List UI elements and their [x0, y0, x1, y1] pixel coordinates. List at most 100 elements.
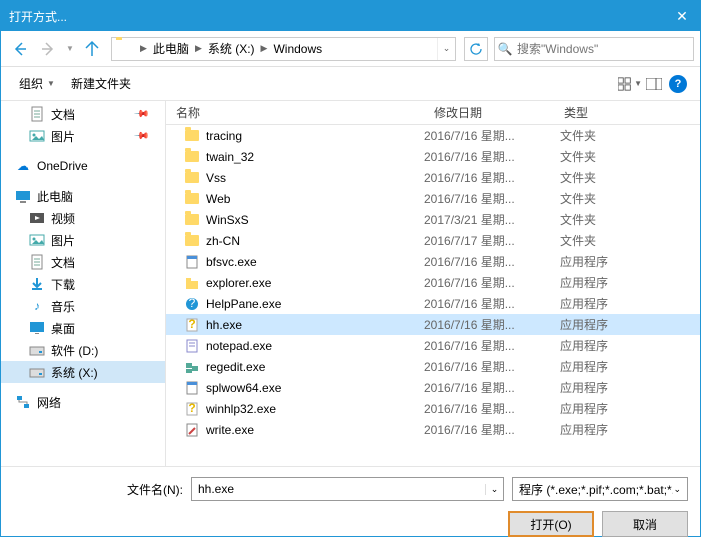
file-type: 应用程序 — [554, 274, 700, 291]
back-button[interactable] — [7, 36, 33, 62]
organize-menu[interactable]: 组织 ▼ — [11, 71, 63, 96]
sidebar-item[interactable]: ♪ 音乐 — [1, 295, 165, 317]
pin-icon: 📌 — [132, 128, 149, 145]
preview-pane-button[interactable] — [642, 72, 666, 96]
file-name: winhlp32.exe — [206, 402, 276, 416]
sidebar-item[interactable]: 下载 — [1, 273, 165, 295]
column-type[interactable]: 类型 — [554, 104, 700, 121]
open-button[interactable]: 打开(O) — [508, 511, 594, 537]
onedrive-icon: ☁ — [15, 158, 31, 174]
new-folder-button[interactable]: 新建文件夹 — [63, 71, 139, 96]
file-type: 应用程序 — [554, 316, 700, 333]
file-row[interactable]: WinSxS2017/3/21 星期...文件夹 — [166, 209, 700, 230]
sidebar-item-label: 系统 (X:) — [51, 364, 98, 381]
chevron-right-icon[interactable]: ▶ — [138, 43, 149, 54]
file-type: 文件夹 — [554, 190, 700, 207]
sidebar-item[interactable]: 此电脑 — [1, 185, 165, 207]
up-button[interactable] — [79, 36, 105, 62]
file-date: 2016/7/16 星期... — [424, 358, 554, 375]
sidebar-item[interactable]: 系统 (X:) — [1, 361, 165, 383]
breadcrumb-item[interactable]: 系统 (X:) — [204, 40, 259, 57]
file-row[interactable]: ?winhlp32.exe2016/7/16 星期...应用程序 — [166, 398, 700, 419]
file-row[interactable]: regedit.exe2016/7/16 星期...应用程序 — [166, 356, 700, 377]
doc-icon — [29, 254, 45, 270]
file-row[interactable]: ?hh.exe2016/7/16 星期...应用程序 — [166, 314, 700, 335]
file-type: 文件夹 — [554, 127, 700, 144]
chevron-right-icon[interactable]: ▶ — [193, 43, 204, 54]
file-type-filter[interactable]: 程序 (*.exe;*.pif;*.com;*.bat;*. ⌄ — [512, 477, 688, 501]
file-row[interactable]: notepad.exe2016/7/16 星期...应用程序 — [166, 335, 700, 356]
breadcrumb-item[interactable]: Windows — [269, 42, 326, 56]
cancel-button[interactable]: 取消 — [602, 511, 688, 537]
file-name: Web — [206, 192, 230, 206]
file-row[interactable]: bfsvc.exe2016/7/16 星期...应用程序 — [166, 251, 700, 272]
sidebar-item-label: 图片 — [51, 232, 75, 249]
sidebar-item[interactable]: 软件 (D:) — [1, 339, 165, 361]
sidebar-item[interactable]: 网络 — [1, 391, 165, 413]
sidebar-item[interactable]: 文档 — [1, 251, 165, 273]
file-row[interactable]: tracing2016/7/16 星期...文件夹 — [166, 125, 700, 146]
pc-icon — [15, 188, 31, 204]
disk-icon — [29, 342, 45, 358]
file-date: 2016/7/16 星期... — [424, 190, 554, 207]
forward-button[interactable] — [35, 36, 61, 62]
file-date: 2016/7/16 星期... — [424, 148, 554, 165]
file-icon — [184, 422, 200, 438]
recent-dropdown[interactable]: ▼ — [63, 36, 77, 62]
sidebar-item[interactable]: 桌面 — [1, 317, 165, 339]
file-row[interactable]: explorer.exe2016/7/16 星期...应用程序 — [166, 272, 700, 293]
view-mode-button[interactable]: ▼ — [618, 72, 642, 96]
file-icon: ? — [184, 296, 200, 312]
search-box[interactable]: 🔍 — [494, 37, 694, 61]
file-list-body[interactable]: tracing2016/7/16 星期...文件夹twain_322016/7/… — [166, 125, 700, 466]
file-icon — [184, 149, 200, 165]
file-row[interactable]: twain_322016/7/16 星期...文件夹 — [166, 146, 700, 167]
filename-input-wrap: ⌄ — [191, 477, 504, 501]
file-type: 应用程序 — [554, 295, 700, 312]
help-button[interactable]: ? — [666, 72, 690, 96]
refresh-button[interactable] — [464, 37, 488, 61]
desktop-icon — [29, 320, 45, 336]
file-row[interactable]: Web 2016/7/16 星期...文件夹 — [166, 188, 700, 209]
sidebar-item[interactable]: 图片 — [1, 229, 165, 251]
chevron-right-icon[interactable]: ▶ — [259, 43, 270, 54]
sidebar-item-label: 文档 — [51, 254, 75, 271]
sidebar-item-label: 音乐 — [51, 298, 75, 315]
file-name: regedit.exe — [206, 360, 265, 374]
file-name: Vss — [206, 171, 226, 185]
sidebar-item-label: 网络 — [37, 394, 61, 411]
file-date: 2016/7/16 星期... — [424, 127, 554, 144]
sidebar-item[interactable]: 视频 — [1, 207, 165, 229]
doc-icon — [29, 106, 45, 122]
file-row[interactable]: Vss2016/7/16 星期...文件夹 — [166, 167, 700, 188]
file-icon — [184, 233, 200, 249]
file-row[interactable]: write.exe2016/7/16 星期...应用程序 — [166, 419, 700, 440]
file-type: 文件夹 — [554, 232, 700, 249]
file-row[interactable]: splwow64.exe2016/7/16 星期...应用程序 — [166, 377, 700, 398]
chevron-down-icon: ⌄ — [673, 484, 681, 495]
sidebar-item[interactable]: 图片📌 — [1, 125, 165, 147]
column-name[interactable]: 名称 — [166, 104, 424, 121]
file-row[interactable]: zh-CN2016/7/17 星期...文件夹 — [166, 230, 700, 251]
sidebar-item[interactable]: 文档📌 — [1, 103, 165, 125]
filename-dropdown[interactable]: ⌄ — [485, 484, 503, 495]
file-name: explorer.exe — [206, 276, 271, 290]
file-icon: ? — [184, 317, 200, 333]
file-row[interactable]: ?HelpPane.exe2016/7/16 星期...应用程序 — [166, 293, 700, 314]
filename-input[interactable] — [192, 482, 485, 496]
download-icon — [29, 276, 45, 292]
pic-icon — [29, 232, 45, 248]
nav-bar: ▼ ▶ 此电脑 ▶ 系统 (X:) ▶ Windows ⌄ 🔍 — [1, 31, 700, 67]
file-name: bfsvc.exe — [206, 255, 257, 269]
music-icon: ♪ — [29, 298, 45, 314]
file-icon — [184, 338, 200, 354]
column-date[interactable]: 修改日期 — [424, 104, 554, 121]
search-input[interactable] — [515, 42, 693, 56]
breadcrumb-dropdown[interactable]: ⌄ — [437, 38, 455, 60]
file-type: 应用程序 — [554, 253, 700, 270]
breadcrumb[interactable]: ▶ 此电脑 ▶ 系统 (X:) ▶ Windows ⌄ — [111, 37, 456, 61]
sidebar-item[interactable]: ☁OneDrive — [1, 155, 165, 177]
file-date: 2016/7/16 星期... — [424, 295, 554, 312]
close-icon[interactable]: ✕ — [672, 8, 692, 25]
breadcrumb-item[interactable]: 此电脑 — [149, 40, 193, 57]
